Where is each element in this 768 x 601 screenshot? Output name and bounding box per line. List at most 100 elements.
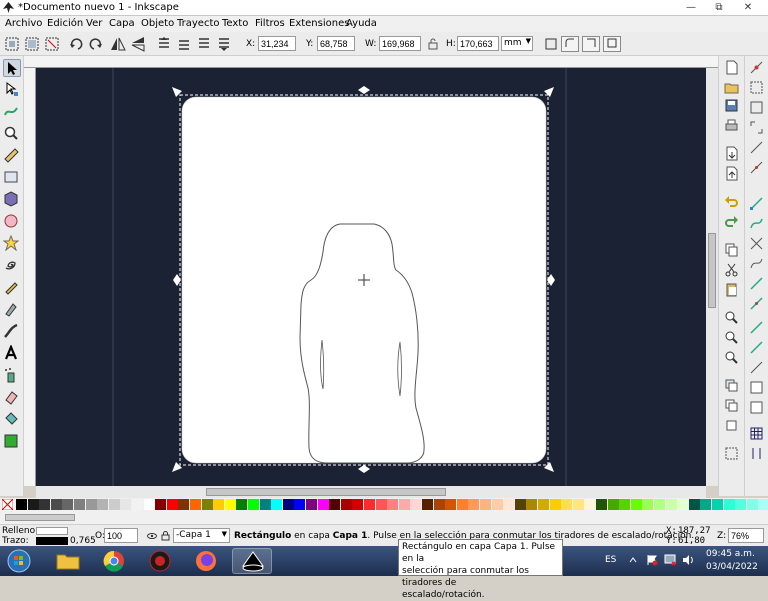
color-swatch[interactable] bbox=[271, 499, 283, 510]
snap-paths-icon[interactable] bbox=[749, 216, 764, 231]
select-all-icon[interactable] bbox=[4, 36, 20, 52]
zoom-tool[interactable] bbox=[3, 125, 21, 143]
color-swatch[interactable] bbox=[132, 499, 143, 510]
color-swatch[interactable] bbox=[364, 499, 375, 510]
menu-trayecto[interactable]: Trayecto bbox=[177, 18, 220, 29]
undo-icon[interactable] bbox=[724, 194, 739, 209]
stroke-width-value[interactable]: 0,765 bbox=[70, 536, 96, 546]
color-swatch[interactable] bbox=[584, 499, 596, 510]
redo-icon[interactable] bbox=[724, 214, 739, 229]
import-icon[interactable] bbox=[724, 146, 739, 161]
menu-filtros[interactable]: Filtros bbox=[255, 18, 285, 29]
color-swatch[interactable] bbox=[155, 499, 167, 510]
snap-page-border-icon[interactable] bbox=[749, 360, 764, 375]
color-swatch[interactable] bbox=[549, 499, 561, 510]
snap-guides-icon[interactable] bbox=[749, 400, 764, 415]
tray-arrow-icon[interactable] bbox=[628, 555, 638, 565]
taskbar-explorer[interactable] bbox=[48, 548, 88, 574]
snap-intersections-icon[interactable] bbox=[749, 236, 764, 251]
lower-to-bottom-icon[interactable] bbox=[216, 36, 232, 52]
horizontal-scroll-thumb[interactable] bbox=[206, 488, 446, 496]
color-swatch[interactable] bbox=[422, 499, 433, 510]
copy-icon[interactable] bbox=[724, 242, 739, 257]
layer-select[interactable]: -Capa 1 ▼ bbox=[173, 528, 230, 543]
color-swatch[interactable] bbox=[619, 499, 631, 510]
selector-tool[interactable] bbox=[3, 59, 21, 77]
flag-icon[interactable] bbox=[646, 554, 658, 566]
color-swatch[interactable] bbox=[503, 499, 515, 510]
measure-tool[interactable] bbox=[3, 147, 21, 165]
color-swatch[interactable] bbox=[514, 499, 526, 510]
color-swatch[interactable] bbox=[410, 499, 422, 510]
color-swatch[interactable] bbox=[178, 499, 190, 510]
no-paint-swatch[interactable] bbox=[2, 499, 13, 510]
snap-bbox-icon[interactable] bbox=[749, 80, 764, 95]
width-input[interactable] bbox=[379, 36, 421, 51]
volume-icon[interactable] bbox=[682, 554, 694, 566]
menu-capa[interactable]: Capa bbox=[109, 18, 135, 29]
color-swatch[interactable] bbox=[445, 499, 457, 510]
horizontal-scrollbar[interactable] bbox=[36, 486, 706, 498]
color-swatch[interactable] bbox=[572, 499, 584, 510]
color-swatch[interactable] bbox=[282, 499, 294, 510]
x-input[interactable] bbox=[258, 36, 296, 51]
move-patterns-toggle[interactable] bbox=[603, 36, 621, 52]
menu-ver[interactable]: Ver bbox=[86, 18, 102, 29]
snap-centers-icon[interactable] bbox=[749, 296, 764, 311]
stroke-indicator[interactable] bbox=[36, 537, 68, 545]
snap-midpoints-icon[interactable] bbox=[749, 276, 764, 291]
text-tool[interactable] bbox=[3, 344, 21, 363]
color-swatch[interactable] bbox=[375, 499, 387, 510]
color-swatch[interactable] bbox=[677, 499, 689, 510]
snap-grid-icon[interactable] bbox=[749, 426, 764, 441]
raise-to-top-icon[interactable] bbox=[156, 36, 172, 52]
start-button-icon[interactable] bbox=[6, 549, 32, 573]
color-swatch[interactable] bbox=[74, 499, 85, 510]
snap-bbox-edges-icon[interactable] bbox=[749, 100, 764, 115]
color-swatch[interactable] bbox=[340, 499, 352, 510]
new-document-icon[interactable] bbox=[724, 60, 739, 75]
color-swatch[interactable] bbox=[642, 499, 654, 510]
tweak-tool[interactable] bbox=[3, 103, 21, 121]
color-swatch[interactable] bbox=[201, 499, 213, 510]
color-swatch[interactable] bbox=[688, 499, 700, 510]
lock-icon[interactable] bbox=[161, 531, 170, 541]
color-swatch[interactable] bbox=[120, 499, 132, 510]
color-swatch[interactable] bbox=[712, 499, 723, 510]
color-swatch[interactable] bbox=[352, 499, 364, 510]
snap-smooth-nodes-icon[interactable] bbox=[749, 256, 764, 271]
raise-icon[interactable] bbox=[176, 36, 192, 52]
menu-objeto[interactable]: Objeto bbox=[141, 18, 174, 29]
clone-icon[interactable] bbox=[724, 398, 739, 413]
network-icon[interactable] bbox=[664, 554, 676, 566]
3dbox-tool[interactable] bbox=[3, 191, 21, 209]
color-swatch[interactable] bbox=[143, 499, 155, 510]
rotate-ccw-icon[interactable] bbox=[68, 36, 84, 52]
scale-corners-toggle[interactable] bbox=[561, 36, 579, 52]
gradient-tool[interactable] bbox=[3, 433, 21, 451]
color-swatch[interactable] bbox=[306, 499, 317, 510]
taskbar-firefox[interactable] bbox=[186, 548, 226, 574]
flip-vertical-icon[interactable] bbox=[130, 36, 146, 52]
lock-icon[interactable] bbox=[425, 36, 441, 52]
drawing-canvas[interactable] bbox=[36, 68, 706, 486]
color-swatch[interactable] bbox=[607, 499, 619, 510]
taskbar-app[interactable] bbox=[140, 548, 180, 574]
color-swatch[interactable] bbox=[387, 499, 399, 510]
print-icon[interactable] bbox=[724, 118, 739, 133]
language-indicator[interactable]: ES bbox=[605, 555, 616, 565]
palette-scrollbar[interactable] bbox=[0, 512, 768, 524]
color-swatch[interactable] bbox=[294, 499, 306, 510]
vertical-scrollbar[interactable] bbox=[706, 68, 718, 486]
color-swatch[interactable] bbox=[39, 499, 51, 510]
color-swatch[interactable] bbox=[758, 499, 768, 510]
color-swatch[interactable] bbox=[224, 499, 236, 510]
duplicate-icon[interactable] bbox=[724, 378, 739, 393]
color-swatch[interactable] bbox=[27, 499, 39, 510]
close-button[interactable]: ✕ bbox=[737, 1, 759, 14]
zoom-drawing-icon[interactable] bbox=[724, 330, 739, 345]
color-swatch[interactable] bbox=[236, 499, 248, 510]
eye-icon[interactable] bbox=[147, 531, 157, 541]
color-swatch[interactable] bbox=[735, 499, 747, 510]
color-swatch[interactable] bbox=[596, 499, 607, 510]
